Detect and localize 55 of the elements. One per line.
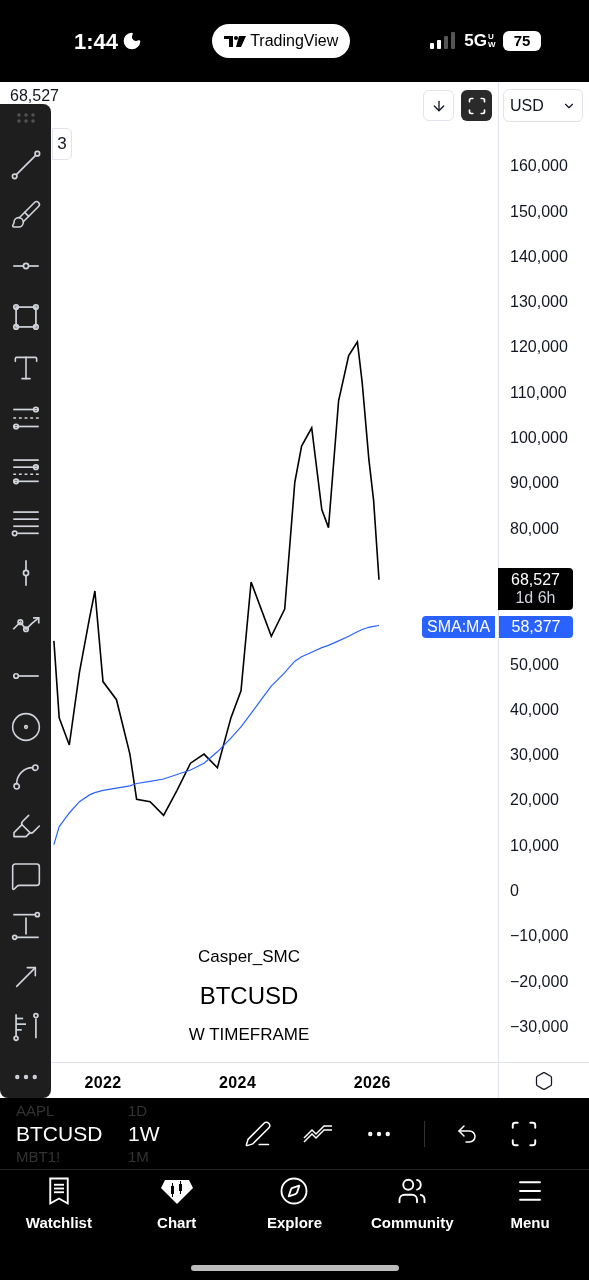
legend-badge[interactable]: 3 (52, 128, 72, 160)
axis-tick-label: 120,000 (510, 338, 568, 356)
axis-tick-label: 2022 (84, 1073, 122, 1093)
logo-icon (224, 35, 247, 47)
axis-tick-label: 80,000 (510, 519, 559, 537)
nav-tab[interactable]: Community (357, 1176, 468, 1235)
nav-tab[interactable]: Watchlist (3, 1176, 114, 1235)
axis-tick-label: 10,000 (510, 836, 559, 854)
axis-tick-label: 90,000 (510, 474, 559, 492)
axis-tick-label: 30,000 (510, 746, 559, 764)
scroll-down-button[interactable] (423, 90, 454, 121)
moon-icon (122, 31, 143, 51)
compass-icon (279, 1176, 310, 1206)
network-suffix: UW (488, 33, 495, 49)
axis-tick-label: 130,000 (510, 293, 568, 311)
watermark-text: Casper_SMC (197, 946, 300, 968)
network-label: 5G (464, 30, 487, 53)
signal-icon (430, 32, 457, 50)
axis-tick-label: 50,000 (510, 655, 559, 673)
battery-indicator: 75 (503, 31, 541, 51)
currency-select[interactable]: USD (503, 89, 583, 122)
symbol-option[interactable]: BTCUSD (16, 1120, 128, 1147)
axis-tick-label: 150,000 (510, 202, 568, 220)
drawing-pen-icon[interactable] (244, 1119, 272, 1148)
nav-tab[interactable]: Explore (239, 1176, 350, 1235)
axis-tick-label: 140,000 (510, 247, 568, 265)
app-pill[interactable]: TradingView (212, 24, 351, 58)
axis-tick-label: −30,000 (510, 1017, 569, 1035)
app-name: TradingView (250, 31, 339, 51)
axis-tick-label: 160,000 (510, 157, 568, 175)
nav-tab[interactable]: Chart (121, 1176, 232, 1235)
fullscreen-icon (466, 95, 487, 116)
interval-option[interactable]: 1W (128, 1120, 160, 1147)
legend-value: 68,527 (10, 86, 59, 106)
axis-tick-label: −10,000 (510, 927, 569, 945)
status-time: 1:44 (74, 27, 119, 56)
axis-tick-label: 40,000 (510, 700, 559, 718)
nav-tab[interactable]: Menu (475, 1176, 586, 1235)
watermark-symbol: BTCUSD (199, 980, 299, 1011)
watermark-text: W TIMEFRAME (188, 1023, 310, 1046)
axis-tick-label: 2026 (353, 1073, 391, 1093)
bar-countdown: 1d 6h (515, 589, 556, 607)
axis-tick-label: 2024 (219, 1073, 257, 1093)
axis-tick-label: 0 (510, 882, 519, 899)
settings-icon[interactable] (534, 1070, 554, 1091)
community-icon (397, 1176, 428, 1206)
axis-tick-label: 20,000 (510, 791, 559, 809)
fullscreen-button[interactable] (461, 90, 492, 121)
circle-icon[interactable] (9, 710, 42, 743)
indicator-name-label: SMA:MA (422, 616, 496, 638)
indicator-value-label: 58,377 (498, 616, 573, 638)
price-value: 68,527 (511, 571, 560, 589)
axis-tick-label: 110,000 (510, 383, 567, 401)
axis-tick-label: 100,000 (510, 429, 568, 446)
axis-tick-label: −20,000 (510, 972, 569, 990)
